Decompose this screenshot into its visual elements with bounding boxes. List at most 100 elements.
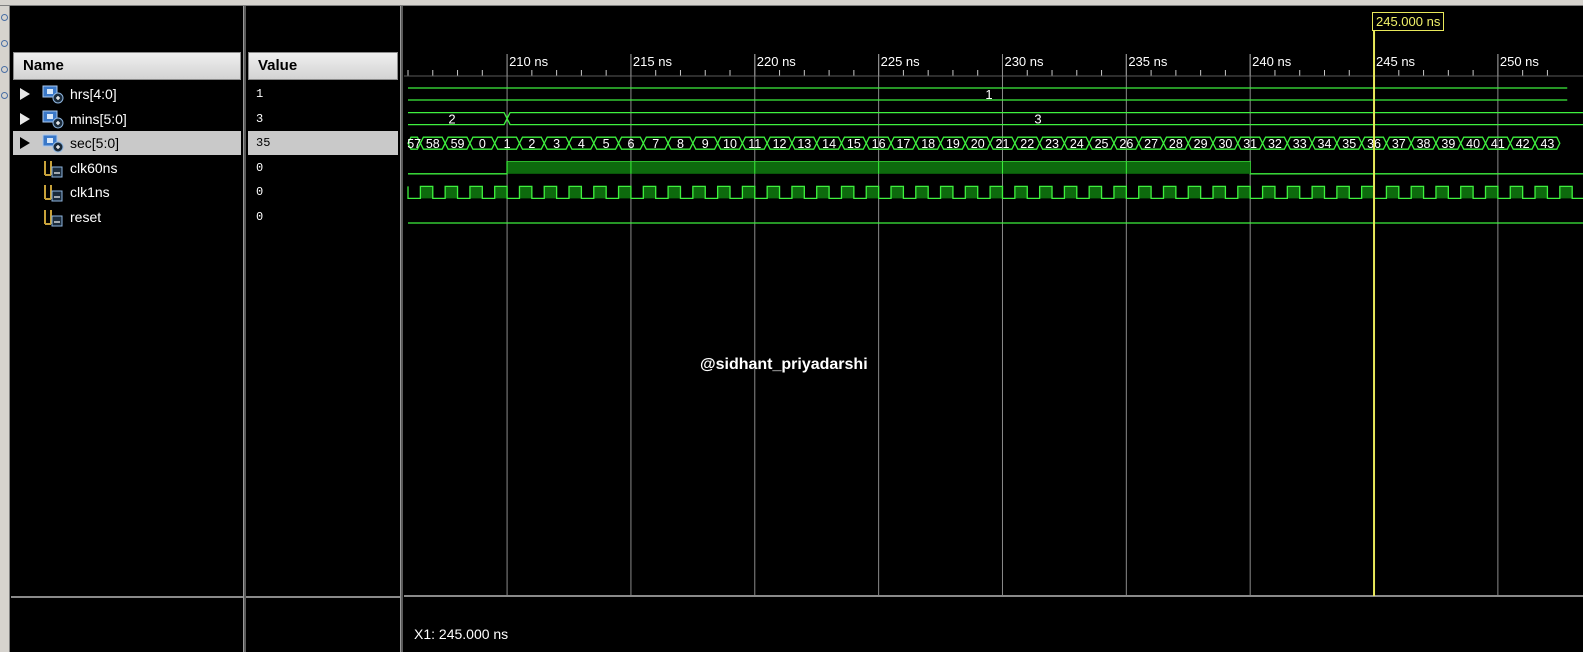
bus-value-label: 6 <box>627 137 634 151</box>
bus-value-label: 16 <box>872 137 886 151</box>
bus-value-label: 2 <box>448 112 455 127</box>
value-column-header[interactable]: Value <box>248 52 398 80</box>
bus-value-label: 43 <box>1540 137 1554 151</box>
signal-name: mins[5:0] <box>70 111 127 127</box>
value-row[interactable]: 0 <box>248 156 398 180</box>
bus-value-label: 17 <box>896 137 910 151</box>
logic-high-fill <box>767 186 780 199</box>
waveform-pane[interactable]: 210 ns 215 ns 220 ns 225 ns 230 ns 235 ns 240 … <box>404 6 1583 652</box>
name-column-header[interactable]: Name <box>13 52 241 80</box>
bus-value-label: 19 <box>946 137 960 151</box>
ruler-tick-label: 225 ns <box>881 54 921 69</box>
logic-high-fill <box>643 186 656 199</box>
wave-splitter[interactable] <box>400 6 403 652</box>
bus-value-label: 8 <box>677 137 684 151</box>
signal-row[interactable]: clk60ns <box>13 156 241 180</box>
ruler-tick-label: 215 ns <box>633 54 673 69</box>
value-row[interactable]: 35 <box>248 131 398 155</box>
bus-value-label: 24 <box>1070 137 1084 151</box>
bus-value-label: 58 <box>426 137 440 151</box>
value-row[interactable]: 0 <box>248 180 398 204</box>
logic-high-fill <box>1064 186 1077 199</box>
signal-row[interactable]: sec[5:0] <box>13 131 241 155</box>
zoom-out-icon[interactable] <box>1 66 8 73</box>
signal-name: sec[5:0] <box>70 135 120 151</box>
bus-value-label: 35 <box>1342 137 1356 151</box>
bus-value-label: 5 <box>603 137 610 151</box>
bus-value-label: 0 <box>479 137 486 151</box>
logic-high-fill <box>866 186 879 199</box>
logic-high-fill <box>519 186 532 199</box>
left-toolbar-strip <box>0 6 10 652</box>
signal-value: 0 <box>256 161 264 175</box>
logic-high-fill <box>1312 186 1325 199</box>
signal-value: 35 <box>256 136 271 150</box>
logic-high-fill <box>717 186 731 199</box>
cursor-time-flag[interactable]: 245.000 ns <box>1372 12 1445 31</box>
value-row[interactable]: 3 <box>248 107 398 131</box>
expand-arrow-icon[interactable] <box>20 137 30 149</box>
logic-high-fill <box>1039 186 1053 199</box>
bus-value-label: 29 <box>1194 137 1208 151</box>
logic-high-fill <box>940 186 953 199</box>
logic-high-fill <box>569 186 582 199</box>
zoom-in-icon[interactable] <box>1 40 8 47</box>
logic-high-fill <box>1014 186 1028 199</box>
bus-value-label: 20 <box>971 137 985 151</box>
bus-value-label: 12 <box>773 137 787 151</box>
logic-high-fill <box>1287 186 1300 199</box>
logic-high-fill <box>593 186 607 199</box>
logic-signal-icon <box>42 182 64 202</box>
pane-divider <box>246 596 400 598</box>
bus-value-label: 18 <box>921 137 935 151</box>
logic-high-fill <box>445 186 458 199</box>
signal-name: hrs[4:0] <box>70 86 117 102</box>
signal-row[interactable]: clk1ns <box>13 180 241 204</box>
signal-value: 3 <box>256 112 264 126</box>
signal-name: clk1ns <box>70 184 110 200</box>
bus-value-label: 4 <box>578 137 585 151</box>
logic-high-fill <box>1237 186 1251 199</box>
ruler-tick-label: 235 ns <box>1128 54 1168 69</box>
zoom-icon[interactable] <box>1 14 8 21</box>
bus-value-label: 2 <box>528 137 535 151</box>
ruler-tick-label: 220 ns <box>757 54 797 69</box>
value-row[interactable]: 0 <box>248 205 398 229</box>
bus-value-label: 3 <box>553 137 560 151</box>
signal-value: 0 <box>256 210 264 224</box>
expand-arrow-icon[interactable] <box>20 88 30 100</box>
signal-row[interactable]: hrs[4:0] <box>13 82 241 106</box>
signal-row[interactable]: mins[5:0] <box>13 107 241 131</box>
bus-value-label: 25 <box>1095 137 1109 151</box>
logic-high-fill <box>1535 186 1548 199</box>
bus-value-label: 41 <box>1491 137 1505 151</box>
bus-value-label: 32 <box>1268 137 1282 151</box>
bus-edge <box>408 111 1583 126</box>
ruler-tick-label: 250 ns <box>1500 54 1540 69</box>
value-row[interactable]: 1 <box>248 82 398 106</box>
logic-signal-icon <box>42 207 64 227</box>
bus-value-label: 34 <box>1318 137 1332 151</box>
expand-arrow-icon[interactable] <box>20 113 30 125</box>
signal-row[interactable]: reset <box>13 205 241 229</box>
ruler-tick-label: 240 ns <box>1252 54 1292 69</box>
waveform-canvas[interactable]: 210 ns 215 ns 220 ns 225 ns 230 ns 235 ns 240 … <box>404 6 1583 652</box>
bus-value-label: 15 <box>847 137 861 151</box>
bus-value-label: 33 <box>1293 137 1307 151</box>
signal-value: 1 <box>256 87 264 101</box>
logic-high-fill <box>1460 186 1474 199</box>
logic-high-fill <box>990 186 1003 199</box>
logic-high-fill <box>1213 186 1226 199</box>
pane-divider <box>404 595 1583 597</box>
ruler-tick-label: 210 ns <box>509 54 549 69</box>
bus-value-label: 10 <box>723 137 737 151</box>
logic-high-fill <box>791 186 805 199</box>
bus-value-label: 57 <box>407 137 421 151</box>
logic-high-fill <box>1138 186 1152 199</box>
logic-high-fill <box>891 186 904 199</box>
zoom-fit-icon[interactable] <box>1 92 8 99</box>
ruler-tick-label: 230 ns <box>1004 54 1044 69</box>
logic-high-fill <box>1510 186 1523 199</box>
logic-high-fill <box>1113 186 1127 199</box>
logic-high-fill <box>494 186 508 199</box>
